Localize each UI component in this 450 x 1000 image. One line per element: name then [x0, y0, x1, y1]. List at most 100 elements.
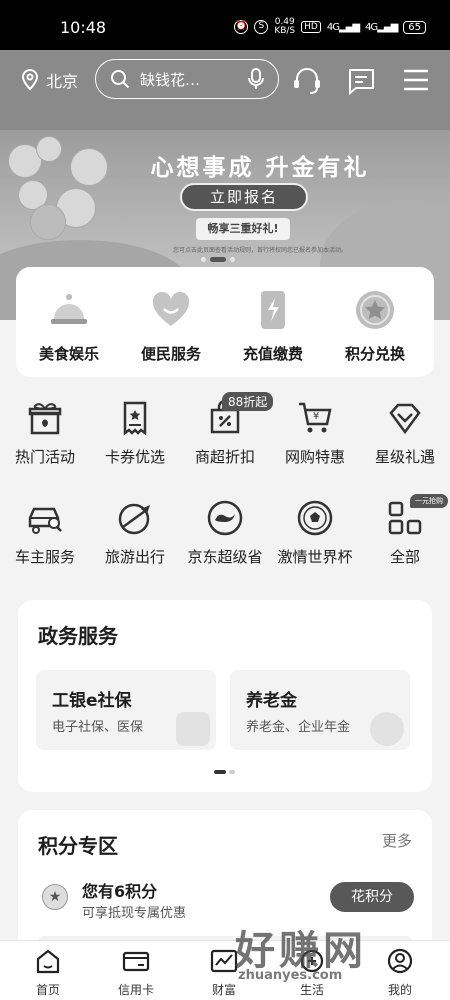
tab-home[interactable]: 首页 [18, 947, 78, 998]
phone-charge-icon [261, 291, 285, 329]
location-selector[interactable]: 北京 [20, 68, 78, 92]
grid-item-label: 热门活动 [14, 448, 75, 466]
points-star-icon: ★ [42, 884, 68, 910]
gov-item-social-security[interactable]: 工银e社保 电子社保、医保 [36, 670, 216, 750]
diamond-icon [389, 403, 421, 435]
grid-item-label: 激情世界杯 [277, 548, 353, 566]
home-icon [36, 949, 60, 974]
header: 北京 缺钱花… [0, 50, 450, 130]
speed-unit: KB/S [274, 26, 296, 36]
pagination-dot-active [214, 770, 226, 774]
status-icons: ⏰ S 0.49 KB/S HD 4G▂▄▆ 4G▂▄▆ 65 [234, 18, 426, 36]
tab-label: 首页 [35, 983, 60, 997]
gov-pagination [214, 770, 235, 774]
decoration-lotus [30, 204, 66, 240]
discount-tag: 88折起 [222, 392, 274, 411]
spend-points-button[interactable]: 花积分 [330, 882, 414, 912]
quick-services-card: 美食娱乐 便民服务 充值缴费 积分兑换 [16, 267, 434, 377]
grid-item-all[interactable]: 全部 [360, 500, 450, 567]
search-placeholder: 缺钱花… [140, 70, 201, 89]
gov-item-desc: 电子社保、医保 [52, 720, 144, 735]
s-app-icon: S [254, 20, 269, 34]
quick-item-convenience[interactable]: 便民服务 [126, 289, 216, 364]
quick-item-label: 充值缴费 [242, 345, 303, 363]
signal-icon-2: 4G▂▄▆ [365, 21, 398, 33]
grid-item-car-owner[interactable]: 车主服务 [0, 500, 90, 567]
grid-item-star-privileges[interactable]: 星级礼遇 [360, 400, 450, 467]
quick-item-food[interactable]: 美食娱乐 [24, 289, 114, 364]
banner-pagination [201, 257, 235, 262]
more-link[interactable]: 更多 [382, 830, 412, 851]
credit-card-icon [122, 951, 150, 972]
grid-item-label: 卡券优选 [104, 448, 165, 466]
grid-item-hot-activities[interactable]: 热门活动 [0, 400, 90, 467]
banner-subtitle: 畅享三重好礼! [196, 218, 290, 240]
quick-item-label: 便民服务 [140, 345, 201, 363]
flash-sale-tag: 一元抢购 [410, 494, 448, 508]
gov-item-pension[interactable]: 养老金 养老金、企业年金 [230, 670, 410, 750]
grid-item-label: 旅游出行 [104, 548, 165, 566]
quick-item-points[interactable]: 积分兑换 [330, 289, 420, 364]
customer-service-icon[interactable] [292, 67, 322, 95]
banner-title: 心想事成 升金有礼 [150, 154, 370, 181]
pagination-dot-active [210, 257, 226, 262]
message-icon[interactable] [346, 67, 376, 95]
grid-item-label: 京东超级省 [187, 548, 263, 566]
quick-item-recharge[interactable]: 充值缴费 [228, 289, 318, 364]
tab-credit-card[interactable]: 信用卡 [106, 947, 166, 998]
status-bar: 10:48 ⏰ S 0.49 KB/S HD 4G▂▄▆ 4G▂▄▆ 65 [0, 0, 450, 50]
section-title: 积分专区 [38, 834, 118, 858]
car-icon [28, 507, 62, 534]
pagination-dot [230, 257, 235, 262]
grid-item-label: 商超折扣 [194, 448, 255, 466]
person-card-icon [176, 712, 210, 746]
quick-item-label: 美食娱乐 [38, 345, 99, 363]
alarm-icon: ⏰ [234, 20, 249, 34]
gov-item-title: 工银e社保 [52, 691, 132, 711]
points-desc: 可享抵现专属优惠 [82, 906, 187, 921]
battery-icon: 65 [403, 20, 426, 34]
yen-coin-icon [370, 712, 404, 746]
grid-item-travel[interactable]: 旅游出行 [90, 500, 180, 567]
search-input[interactable]: 缺钱花… [95, 59, 279, 99]
tab-label: 财富 [211, 983, 236, 997]
chart-icon [210, 949, 238, 973]
decoration-fruit [36, 136, 62, 162]
signal-icon: 4G▂▄▆ [326, 21, 360, 33]
points-zone-card: 积分专区 更多 ★ 您有6积分 可享抵现专属优惠 花积分 [18, 810, 432, 950]
register-button[interactable]: 立即报名 [180, 183, 308, 211]
grid-item-label: 星级礼遇 [374, 448, 435, 466]
cloche-icon [51, 294, 87, 324]
heart-icon [152, 291, 190, 326]
quick-item-label: 积分兑换 [344, 345, 405, 363]
search-icon [111, 70, 130, 89]
grid-item-online-deals[interactable]: ¥ 网购特惠 [270, 400, 360, 467]
gov-services-card: 政务服务 工银e社保 电子社保、医保 养老金 养老金、企业年金 [18, 600, 432, 792]
network-speed: 0.49 KB/S [274, 18, 295, 36]
coupon-icon [123, 401, 147, 436]
status-time: 10:48 [60, 18, 107, 37]
gov-item-title: 养老金 [246, 691, 297, 711]
microphone-icon[interactable] [248, 68, 264, 90]
menu-icon[interactable] [402, 67, 430, 93]
grid-item-world-cup[interactable]: 激情世界杯 [270, 500, 360, 567]
section-title: 政务服务 [38, 624, 118, 648]
grid-item-label: 车主服务 [14, 548, 75, 566]
pagination-dot [201, 257, 206, 262]
cart-icon: ¥ [299, 402, 332, 433]
pagination-dot [229, 770, 235, 774]
bottom-tab-bar: 首页 信用卡 财富 生活 我的 [0, 940, 450, 1000]
gov-item-desc: 养老金、企业年金 [246, 720, 351, 735]
banner-note: 您可点击此页面查看活动规则，首行将权同您已报名参加本活动。 [172, 247, 347, 254]
location-pin-icon [21, 69, 39, 91]
gift-icon [28, 403, 62, 435]
location-label: 北京 [46, 72, 79, 91]
grid-item-coupons[interactable]: 卡券优选 [90, 400, 180, 467]
tab-mine[interactable]: 我的 [370, 947, 430, 998]
hd-badge: HD [301, 21, 321, 33]
grid-item-jd-savings[interactable]: 京东超级省 [180, 500, 270, 567]
star-coin-icon [356, 291, 394, 329]
decoration-fruit [70, 148, 108, 186]
travel-icon [118, 503, 150, 535]
net-type-2: 4G [365, 21, 378, 33]
